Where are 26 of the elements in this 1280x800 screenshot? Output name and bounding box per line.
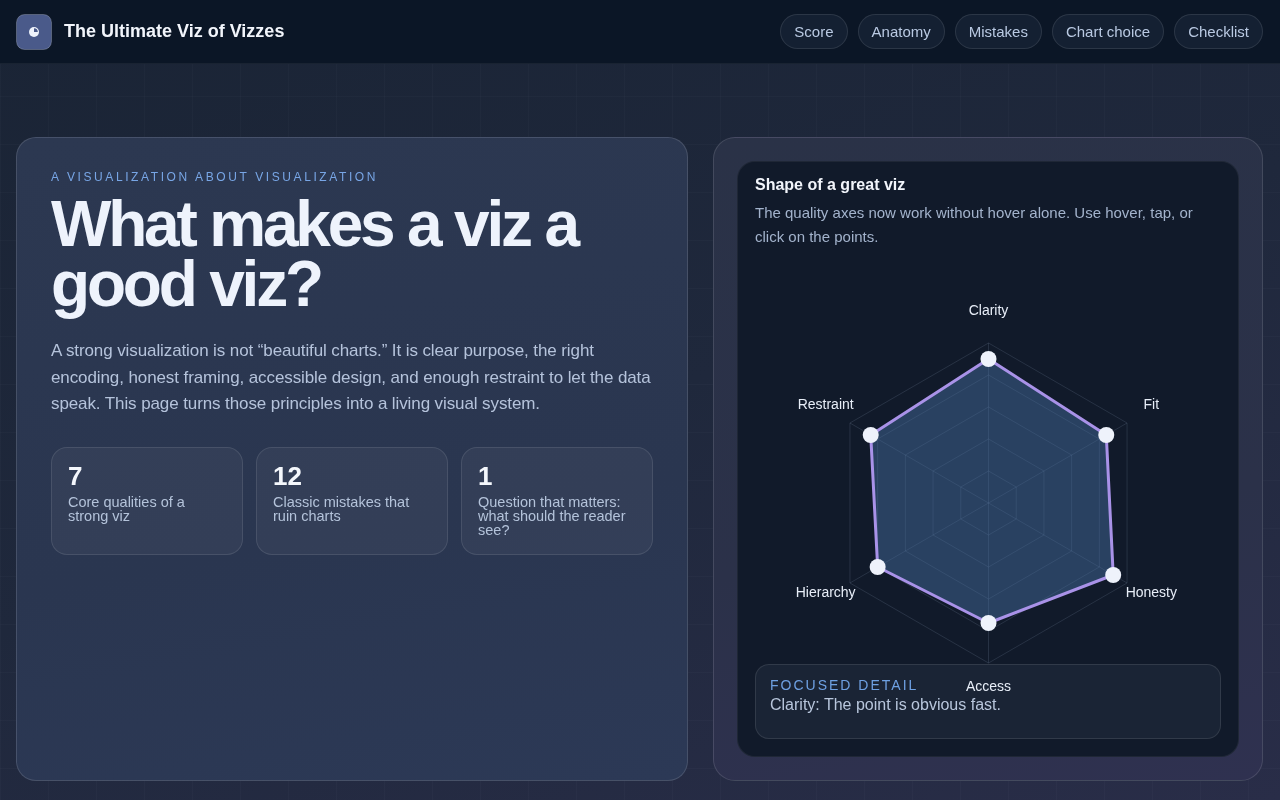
panel-title: Shape of a great viz bbox=[755, 175, 907, 195]
axis-label: Honesty bbox=[1125, 584, 1177, 600]
axis-label: Hierarchy bbox=[795, 584, 856, 600]
eyebrow-text: A VISUALIZATION ABOUT VISUALIZATION bbox=[51, 169, 380, 185]
axis-label: Fit bbox=[1143, 396, 1160, 412]
page-heading: What makes a viz a good viz? bbox=[51, 194, 579, 322]
app-title: The Ultimate Viz of Vizzes bbox=[64, 21, 285, 42]
detail-text: Clarity: The point is obvious fast. bbox=[770, 695, 1002, 715]
nav-button[interactable]: Mistakes bbox=[954, 14, 1042, 49]
stat-label: Core qualities of a strong viz bbox=[68, 494, 186, 525]
pie-chart-icon bbox=[16, 13, 52, 50]
nav-button[interactable]: Score bbox=[780, 14, 848, 49]
stat-value: 12 bbox=[273, 460, 303, 491]
nav-button[interactable]: Anatomy bbox=[857, 14, 945, 49]
nav-button[interactable]: Chart choice bbox=[1051, 14, 1165, 49]
stat-value: 1 bbox=[478, 460, 494, 491]
nav-button[interactable]: Checklist bbox=[1174, 14, 1263, 49]
detail-label: FOCUSED DETAIL bbox=[770, 677, 919, 693]
panel-description: The quality axes now work without hover alone. Use hover, tap, or click on the points. bbox=[755, 203, 1194, 247]
axis-label: Restraint bbox=[797, 396, 854, 412]
stat-value: 7 bbox=[68, 460, 84, 491]
stat-label: Question that matters: what should the reader see? bbox=[478, 494, 627, 539]
stat-label: Classic mistakes that ruin charts bbox=[273, 494, 411, 525]
axis-label: Access bbox=[965, 678, 1012, 694]
axis-label: Clarity bbox=[968, 302, 1009, 318]
intro-paragraph: A strong visualization is not “beautiful charts.” It is clear purpose, the right encoding, honest framing, accessible design, and enough restraint to let the data speak. This page turns those principles into a living visual system. bbox=[51, 340, 652, 415]
